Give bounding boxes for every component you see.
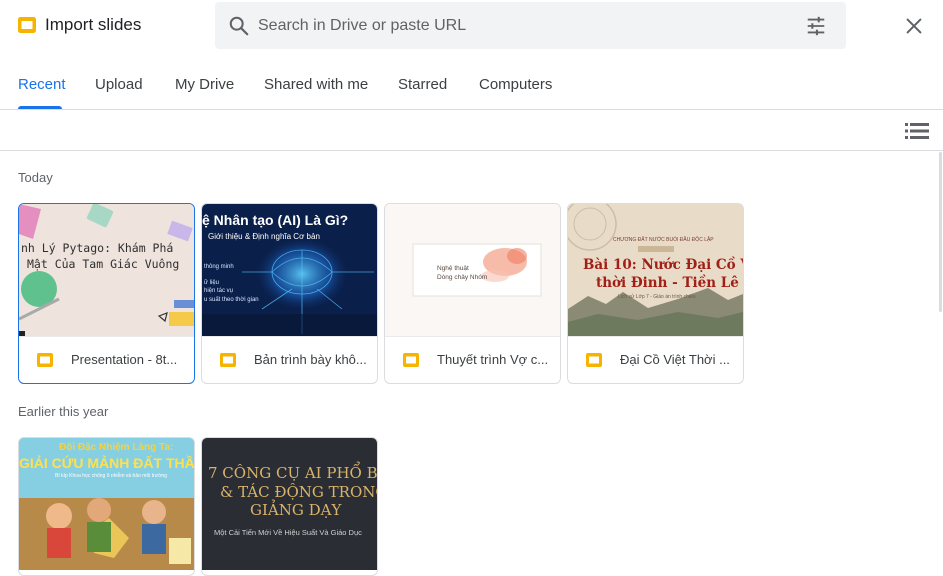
file-card-footer: Bản trình bày khô...: [202, 336, 377, 383]
file-thumbnail: CHƯƠNG ĐẤT NƯỚC BUỔI ĐẦU ĐỘC LẬP Bài 10:…: [568, 204, 743, 336]
file-thumbnail: nh Lý Pytago: Khám Phá Mật Của Tam Giác …: [19, 204, 194, 336]
file-card[interactable]: nh Lý Pytago: Khám Phá Mật Của Tam Giác …: [18, 203, 195, 384]
tab-upload[interactable]: Upload: [95, 76, 143, 93]
thumbnail-text-line: thông minh: [204, 264, 234, 270]
file-card[interactable]: 7 CÔNG CỤ AI PHỔ BIẾN & TÁC ĐỘNG TRONG G…: [201, 437, 378, 576]
thumbnail-title-line: GIẢNG DẠY: [250, 501, 342, 519]
slides-logo-icon: [18, 17, 36, 33]
thumbnail-subtitle-line: Giới thiệu & Định nghĩa Cơ bản: [208, 232, 320, 241]
file-thumbnail: Nghệ thuật Dòng chảy Nhóm: [385, 204, 560, 336]
thumbnail-text-line: Bí kíp Khoa học chống ô nhiễm và bảo môi…: [55, 473, 167, 479]
thumbnail-title-line: Dòng chảy Nhóm: [437, 274, 488, 281]
search-box[interactable]: [215, 2, 846, 49]
tab-shared-with-me[interactable]: Shared with me: [264, 76, 368, 93]
thumbnail-title-line: ệ Nhân tạo (AI) Là Gì?: [202, 212, 349, 228]
thumbnail-text-line: u suất theo thời gian: [204, 297, 259, 303]
file-card-footer: Thuyết trình Vợ c...: [385, 336, 560, 383]
picker-header: Import slides: [0, 0, 943, 52]
file-card[interactable]: Đội Đặc Nhiệm Làng Ta: GIẢI CỨU MẢNH ĐẤT…: [18, 437, 195, 576]
thumbnail-subtitle-line: Một Cải Tiến Mới Về Hiệu Suất Và Giáo Dụ…: [214, 528, 362, 537]
tab-computers[interactable]: Computers: [479, 76, 552, 93]
close-icon[interactable]: [903, 15, 925, 37]
thumbnail-title-line: Mật Của Tam Giác Vuông: [27, 257, 180, 271]
file-card[interactable]: CHƯƠNG ĐẤT NƯỚC BUỔI ĐẦU ĐỘC LẬP Bài 10:…: [567, 203, 744, 384]
thumbnail-title-line: Bài 10: Nước Đại Cồ Việt: [583, 257, 743, 273]
source-tabs: Recent Upload My Drive Shared with me St…: [0, 64, 943, 110]
thumbnail-title-line: GIẢI CỨU MẢNH ĐẤT THẦN KỲ: [19, 455, 194, 471]
file-name: Presentation - 8t...: [71, 352, 178, 367]
file-thumbnail: 7 CÔNG CỤ AI PHỔ BIẾN & TÁC ĐỘNG TRONG G…: [202, 438, 377, 570]
thumbnail-title-line: Nghệ thuật: [437, 265, 469, 272]
list-view-icon[interactable]: [905, 120, 929, 142]
thumbnail-title-line: Đội Đặc Nhiệm Làng Ta:: [59, 442, 174, 453]
file-name: Đại Cồ Việt Thời ...: [620, 352, 730, 367]
thumbnail-text-line: hiện tác vụ: [204, 288, 234, 294]
file-thumbnail: ệ Nhân tạo (AI) Là Gì? Giới thiệu & Định…: [202, 204, 377, 336]
section-label-earlier: Earlier this year: [18, 404, 109, 419]
slides-file-icon: [220, 353, 236, 367]
slides-file-icon: [37, 353, 53, 367]
thumbnail-title-line: & TÁC ĐỘNG TRONG: [220, 483, 377, 501]
section-label-today: Today: [18, 170, 53, 185]
thumbnail-title-line: nh Lý Pytago: Khám Phá: [21, 241, 174, 255]
thumbnail-text-line: Lịch sử Lớp 7 - Giáo án trình chiếu: [618, 294, 696, 300]
file-card-footer: Đại Cồ Việt Thời ...: [568, 336, 743, 383]
search-options-icon[interactable]: [805, 15, 827, 37]
file-card[interactable]: Nghệ thuật Dòng chảy Nhóm Thuyết trình V…: [384, 203, 561, 384]
thumbnail-text-line: CHƯƠNG ĐẤT NƯỚC BUỔI ĐẦU ĐỘC LẬP: [613, 237, 714, 243]
tab-starred[interactable]: Starred: [398, 76, 447, 93]
dialog-title: Import slides: [45, 15, 142, 34]
file-card-footer: Presentation - 8t...: [19, 336, 194, 383]
thumbnail-artwork-icon: [412, 243, 542, 297]
active-tab-indicator: [18, 106, 62, 109]
thumbnail-text-line: ữ liệu: [204, 280, 220, 286]
tab-recent[interactable]: Recent: [18, 76, 66, 93]
view-toolbar: [0, 110, 943, 151]
thumbnail-title-line: 7 CÔNG CỤ AI PHỔ BIẾN: [208, 464, 377, 482]
slides-file-icon: [586, 353, 602, 367]
scrollbar[interactable]: [939, 152, 942, 312]
file-name: Thuyết trình Vợ c...: [437, 352, 549, 367]
search-icon: [229, 16, 249, 36]
tab-my-drive[interactable]: My Drive: [175, 76, 234, 93]
slides-file-icon: [403, 353, 419, 367]
file-thumbnail: Đội Đặc Nhiệm Làng Ta: GIẢI CỨU MẢNH ĐẤT…: [19, 438, 194, 570]
search-input[interactable]: [258, 2, 798, 49]
file-name: Bản trình bày khô...: [254, 352, 367, 367]
file-card[interactable]: ệ Nhân tạo (AI) Là Gì? Giới thiệu & Định…: [201, 203, 378, 384]
thumbnail-title-line: thời Đinh - Tiền Lê: [596, 275, 739, 291]
